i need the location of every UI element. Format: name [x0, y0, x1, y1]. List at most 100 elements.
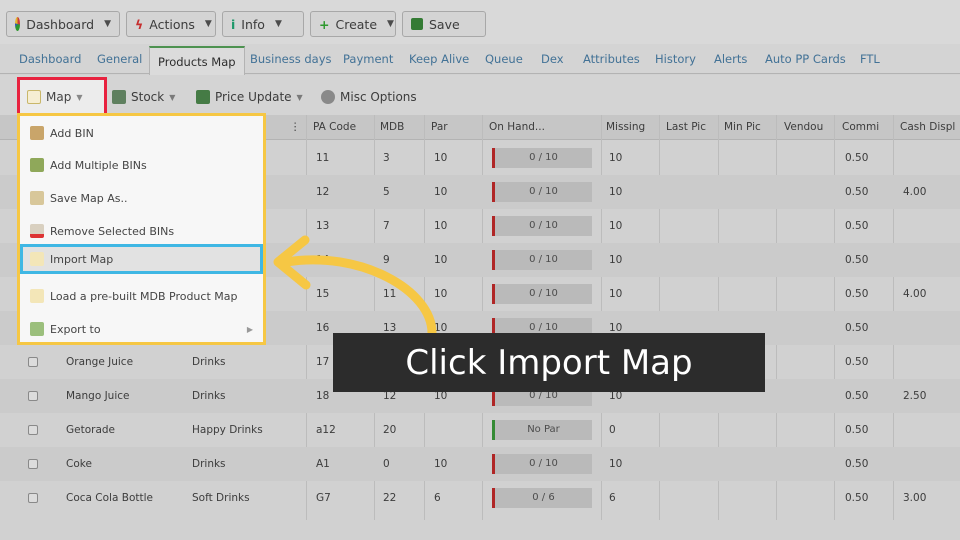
cell-par: 10: [434, 288, 448, 300]
menu-item-add-bin[interactable]: Add BIN: [20, 118, 263, 148]
cell-pa-code: 18: [316, 390, 330, 402]
actions-button[interactable]: ϟ Actions ▼: [126, 11, 216, 37]
cell-pa-code: a12: [316, 424, 336, 436]
cell-par: 6: [434, 492, 441, 504]
cell-on-hand-bar: 0 / 6: [492, 488, 592, 508]
cell-on-hand-bar: 0 / 10: [492, 250, 592, 270]
menu-item-label: Save Map As..: [50, 191, 128, 205]
column-menu-icon[interactable]: ⋮: [290, 121, 301, 133]
cell-par: 10: [434, 254, 448, 266]
cell-category: Drinks: [192, 458, 226, 470]
row-checkbox[interactable]: [28, 459, 38, 469]
tab-products-map[interactable]: Products Map: [149, 46, 245, 75]
tab-queue[interactable]: Queue: [485, 52, 523, 66]
column-header-pa-code[interactable]: PA Code: [313, 121, 356, 133]
cell-product-name: Orange Juice: [66, 356, 134, 368]
load-map-icon: [30, 289, 44, 303]
tab-general[interactable]: General: [97, 52, 142, 66]
tab-ftl[interactable]: FTL: [860, 52, 880, 66]
stock-label: Stock: [131, 90, 165, 104]
price-update-button[interactable]: Price Update ▼: [196, 85, 303, 109]
tab-auto-pp-cards[interactable]: Auto PP Cards: [765, 52, 846, 66]
cell-cash-display: 4.00: [903, 288, 927, 300]
row-checkbox[interactable]: [28, 357, 38, 367]
tab-dashboard[interactable]: Dashboard: [19, 52, 81, 66]
menu-item-label: Import Map: [50, 252, 114, 266]
tab-alerts[interactable]: Alerts: [714, 52, 747, 66]
tab-payment[interactable]: Payment: [343, 52, 393, 66]
price-update-label: Price Update: [215, 90, 292, 104]
cell-commission: 0.50: [845, 458, 869, 470]
tab-keep-alive[interactable]: Keep Alive: [409, 52, 469, 66]
cell-pa-code: 14: [316, 254, 330, 266]
cell-commission: 0.50: [845, 186, 869, 198]
menu-item-remove-selected-bins[interactable]: Remove Selected BINs: [20, 216, 263, 246]
create-button[interactable]: + Create ▼: [310, 11, 396, 37]
column-header-vendou[interactable]: Vendou: [784, 121, 823, 133]
actions-label: Actions: [149, 16, 195, 32]
add-bin-icon: [30, 126, 44, 140]
chevron-down-icon: ▼: [104, 19, 111, 29]
menu-item-add-multiple-bins[interactable]: Add Multiple BINs: [20, 150, 263, 180]
column-header-mdb[interactable]: MDB: [380, 121, 404, 133]
price-tag-icon: [196, 90, 210, 104]
cell-pa-code: A1: [316, 458, 330, 470]
stock-button[interactable]: Stock ▼: [112, 85, 175, 109]
cell-mdb: 11: [383, 288, 397, 300]
cell-on-hand-bar: 0 / 10: [492, 284, 592, 304]
column-header-commi[interactable]: Commi: [842, 121, 879, 133]
dashboard-button[interactable]: Dashboard ▼: [6, 11, 120, 37]
menu-item-import-map[interactable]: Import Map: [20, 244, 263, 274]
save-button[interactable]: Save: [402, 11, 486, 37]
cell-cash-display: 2.50: [903, 390, 927, 402]
cell-mdb: 9: [383, 254, 390, 266]
column-header-min-pic[interactable]: Min Pic: [724, 121, 761, 133]
info-button[interactable]: i Info ▼: [222, 11, 304, 37]
export-icon: [30, 322, 44, 336]
cell-commission: 0.50: [845, 390, 869, 402]
table-row[interactable]: Coke Drinks A1 0 10 0 / 10 10 0.50: [0, 447, 960, 481]
cell-on-hand-bar: 0 / 10: [492, 454, 592, 474]
cell-on-hand-bar: 0 / 10: [492, 182, 592, 202]
chevron-down-icon: ▼: [296, 92, 303, 102]
row-checkbox[interactable]: [28, 425, 38, 435]
cell-par: 10: [434, 152, 448, 164]
misc-options-button[interactable]: Misc Options: [321, 85, 417, 109]
cell-missing: 10: [609, 288, 623, 300]
row-checkbox[interactable]: [28, 391, 38, 401]
menu-item-label: Export to: [50, 322, 101, 336]
cell-par: 10: [434, 220, 448, 232]
cell-missing: 10: [609, 254, 623, 266]
info-label: Info: [241, 16, 265, 32]
tab-attributes[interactable]: Attributes: [583, 52, 640, 66]
column-header-cash-displ[interactable]: Cash Displ: [900, 121, 955, 133]
table-row[interactable]: Getorade Happy Drinks a12 20 No Par 0 0.50: [0, 413, 960, 447]
menu-item-load-prebuilt-map[interactable]: Load a pre-built MDB Product Map: [20, 281, 263, 311]
cell-pa-code: 13: [316, 220, 330, 232]
tab-history[interactable]: History: [655, 52, 696, 66]
menu-item-save-map-as[interactable]: Save Map As..: [20, 183, 263, 213]
cell-product-name: Getorade: [66, 424, 116, 436]
dashboard-label: Dashboard: [26, 16, 95, 32]
save-label: Save: [429, 16, 460, 32]
cell-commission: 0.50: [845, 220, 869, 232]
row-checkbox[interactable]: [28, 493, 38, 503]
column-header-par[interactable]: Par: [431, 121, 448, 133]
column-header-last-pic[interactable]: Last Pic: [666, 121, 706, 133]
menu-item-label: Remove Selected BINs: [50, 224, 175, 238]
cell-mdb: 5: [383, 186, 390, 198]
cell-commission: 0.50: [845, 424, 869, 436]
tab-dex[interactable]: Dex: [541, 52, 564, 66]
menu-item-export-to[interactable]: Export to ▶: [20, 314, 263, 344]
cell-commission: 0.50: [845, 322, 869, 334]
map-button[interactable]: Map ▼: [27, 85, 82, 109]
table-row[interactable]: Coca Cola Bottle Soft Drinks G7 22 6 0 / 6 6 0.…: [0, 481, 960, 515]
cell-missing: 10: [609, 220, 623, 232]
gears-icon: [321, 90, 335, 104]
column-header-missing[interactable]: Missing: [606, 121, 645, 133]
add-multiple-bins-icon: [30, 158, 44, 172]
tab-business-days[interactable]: Business days: [250, 52, 332, 66]
floppy-disk-icon: [411, 18, 423, 30]
cell-category: Drinks: [192, 356, 226, 368]
column-header-on-hand[interactable]: On Hand...: [489, 121, 545, 133]
